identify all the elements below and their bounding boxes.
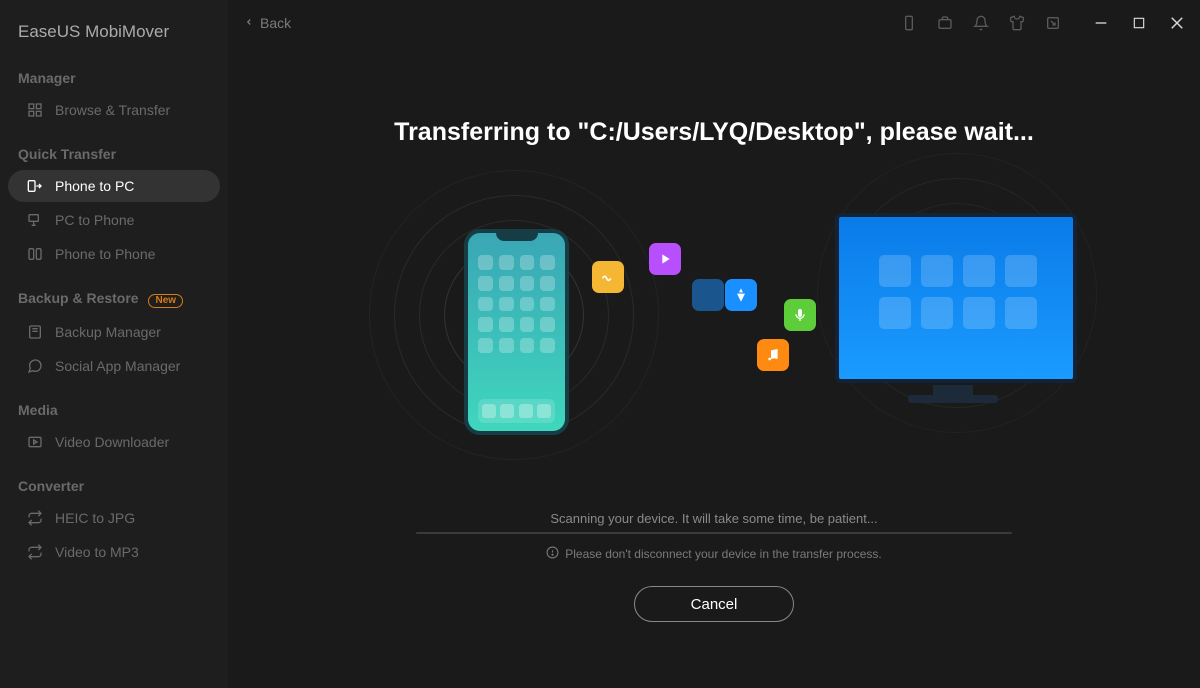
sidebar-item-social-app-manager[interactable]: Social App Manager bbox=[8, 350, 220, 382]
phone-to-pc-icon bbox=[26, 177, 44, 195]
arrows-icon bbox=[26, 509, 44, 527]
sidebar-item-phone-to-phone[interactable]: Phone to Phone bbox=[8, 238, 220, 270]
bell-icon[interactable] bbox=[972, 14, 990, 32]
video-download-icon bbox=[26, 433, 44, 451]
float-icon-mic bbox=[784, 299, 816, 331]
back-label: Back bbox=[260, 15, 291, 31]
sidebar-item-video-to-mp3[interactable]: Video to MP3 bbox=[8, 536, 220, 568]
transfer-graphic bbox=[314, 189, 1114, 469]
sidebar-item-label: Social App Manager bbox=[55, 358, 180, 374]
progress-area: Scanning your device. It will take some … bbox=[414, 511, 1014, 622]
sidebar-item-phone-to-pc[interactable]: Phone to PC bbox=[8, 170, 220, 202]
section-header-backup-restore: Backup & Restore New bbox=[0, 272, 228, 314]
arrows-icon bbox=[26, 543, 44, 561]
close-button[interactable] bbox=[1166, 12, 1188, 34]
grid-icon bbox=[26, 101, 44, 119]
float-icon-play bbox=[649, 243, 681, 275]
titlebar-right bbox=[900, 12, 1188, 34]
sidebar-item-label: Phone to Phone bbox=[55, 246, 155, 262]
section-header-converter: Converter bbox=[0, 460, 228, 500]
sidebar-item-backup-manager[interactable]: Backup Manager bbox=[8, 316, 220, 348]
sidebar-item-label: HEIC to JPG bbox=[55, 510, 135, 526]
phone-icon[interactable] bbox=[900, 14, 918, 32]
chevron-left-icon bbox=[244, 15, 254, 32]
sidebar-item-video-downloader[interactable]: Video Downloader bbox=[8, 426, 220, 458]
section-header-media: Media bbox=[0, 384, 228, 424]
content: Transferring to "C:/Users/LYQ/Desktop", … bbox=[228, 46, 1200, 688]
float-icon-app bbox=[725, 279, 757, 311]
titlebar: Back bbox=[228, 0, 1200, 46]
sidebar-item-label: Phone to PC bbox=[55, 178, 134, 194]
briefcase-icon[interactable] bbox=[936, 14, 954, 32]
transfer-heading: Transferring to "C:/Users/LYQ/Desktop", … bbox=[394, 118, 1034, 147]
section-header-manager: Manager bbox=[0, 52, 228, 92]
backup-icon bbox=[26, 323, 44, 341]
window-controls bbox=[1090, 12, 1188, 34]
shirt-icon[interactable] bbox=[1008, 14, 1026, 32]
sidebar-item-label: Browse & Transfer bbox=[55, 102, 170, 118]
float-icon-app-trail bbox=[692, 279, 724, 311]
float-icon-wave bbox=[592, 261, 624, 293]
chat-icon bbox=[26, 357, 44, 375]
phone-illustration bbox=[414, 195, 614, 455]
sidebar-item-heic-to-jpg[interactable]: HEIC to JPG bbox=[8, 502, 220, 534]
app-title: EaseUS MobiMover bbox=[0, 0, 228, 52]
progress-text: Scanning your device. It will take some … bbox=[550, 511, 877, 526]
sidebar-item-pc-to-phone[interactable]: PC to Phone bbox=[8, 204, 220, 236]
sidebar: EaseUS MobiMover Manager Browse & Transf… bbox=[0, 0, 228, 688]
info-icon bbox=[546, 546, 559, 562]
sidebar-item-label: Video Downloader bbox=[55, 434, 169, 450]
section-header-quick-transfer: Quick Transfer bbox=[0, 128, 228, 168]
badge-new: New bbox=[148, 294, 183, 308]
sidebar-item-label: Video to MP3 bbox=[55, 544, 139, 560]
main-area: Back bbox=[228, 0, 1200, 688]
minimize-button[interactable] bbox=[1090, 12, 1112, 34]
float-icon-music bbox=[757, 339, 789, 371]
progress-bar bbox=[416, 532, 1012, 534]
maximize-button[interactable] bbox=[1128, 12, 1150, 34]
phone-to-phone-icon bbox=[26, 245, 44, 263]
sidebar-item-browse-transfer[interactable]: Browse & Transfer bbox=[8, 94, 220, 126]
pc-to-phone-icon bbox=[26, 211, 44, 229]
cancel-button[interactable]: Cancel bbox=[634, 586, 794, 622]
sidebar-item-label: PC to Phone bbox=[55, 212, 134, 228]
sidebar-item-label: Backup Manager bbox=[55, 324, 161, 340]
back-button[interactable]: Back bbox=[244, 15, 291, 32]
warn-text: Please don't disconnect your device in t… bbox=[546, 546, 881, 562]
rotate-icon[interactable] bbox=[1044, 14, 1062, 32]
